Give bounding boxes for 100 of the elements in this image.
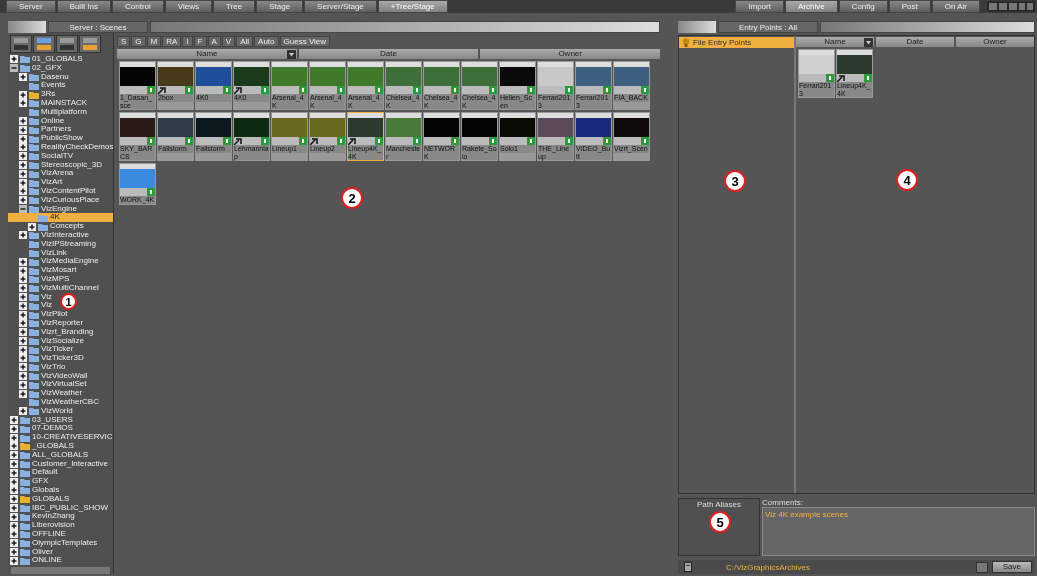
tree-item[interactable]: PublicShow: [8, 134, 83, 143]
top-tab[interactable]: +Tree/Stage: [377, 0, 448, 13]
tree-item[interactable]: VizVirtualSet: [8, 380, 87, 390]
expander-icon[interactable]: [19, 152, 27, 161]
entry-point-item[interactable]: File Entry Points: [679, 37, 794, 48]
expander-icon[interactable]: [19, 301, 27, 310]
tree-item[interactable]: VizSocialize: [8, 336, 84, 346]
tree-item[interactable]: ALL_GLOBALS: [8, 450, 89, 460]
tree-item[interactable]: VizContentPilot: [8, 186, 96, 196]
tree-item[interactable]: ONLINE: [8, 556, 62, 566]
tree-item[interactable]: VizMediaEngine: [8, 257, 99, 267]
expander-icon[interactable]: [28, 222, 36, 231]
tree-item[interactable]: VizTicker3D: [8, 354, 84, 363]
column-header[interactable]: Name: [117, 49, 297, 59]
expander-icon[interactable]: [19, 336, 27, 345]
tree-item[interactable]: VizTrio: [8, 362, 66, 372]
tree-item[interactable]: GLOBALS: [8, 494, 70, 504]
tree-item[interactable]: _GLOBALS: [8, 442, 74, 451]
tree-item[interactable]: IBC_PUBLIC_SHOW: [8, 503, 109, 513]
view-mode-icon[interactable]: [33, 35, 55, 53]
expander-icon[interactable]: [19, 284, 27, 293]
comment-field[interactable]: Viz 4K example scenes: [762, 507, 1035, 556]
scrollbar[interactable]: [11, 567, 110, 574]
expander-icon[interactable]: [19, 160, 27, 169]
expander-icon[interactable]: [10, 556, 18, 565]
tree-item[interactable]: 07-DEMOS: [8, 424, 73, 434]
tree-item[interactable]: Oliver: [8, 547, 53, 557]
server-dropdown[interactable]: Server : Scenes: [48, 21, 148, 33]
expander-icon[interactable]: [19, 169, 27, 178]
expander-icon[interactable]: [10, 486, 18, 495]
expander-icon[interactable]: [19, 134, 27, 143]
expander-icon[interactable]: [19, 266, 27, 275]
top-tab[interactable]: Control: [112, 0, 164, 13]
top-tab[interactable]: Tree: [213, 0, 256, 13]
expander-icon[interactable]: [19, 187, 27, 196]
window-controls-icon[interactable]: [987, 1, 1035, 12]
sort-icon[interactable]: [286, 49, 296, 59]
tree-item[interactable]: Vizrt_Branding: [8, 327, 94, 337]
expander-icon[interactable]: [10, 468, 18, 477]
tree-item[interactable]: VizArena: [8, 169, 74, 179]
path-aliases-header[interactable]: Path Aliases: [697, 499, 741, 509]
expander-icon[interactable]: [19, 257, 27, 266]
tree-item[interactable]: Customer_Interactive: [8, 459, 109, 469]
tree-item[interactable]: RealityCheckDemos: [8, 142, 113, 152]
tree-item[interactable]: Concepts: [8, 222, 84, 231]
expander-icon[interactable]: [10, 504, 18, 513]
tree-item[interactable]: OFFLINE: [8, 530, 66, 539]
tree-item[interactable]: 10-CREATIVESERVIC: [8, 433, 113, 443]
tree-item[interactable]: Liberovision: [8, 521, 75, 531]
expander-icon[interactable]: [10, 477, 18, 486]
view-mode-icon[interactable]: [79, 35, 101, 53]
filter-button[interactable]: V: [221, 36, 236, 47]
tree-item[interactable]: VizVideoWall: [8, 371, 88, 381]
top-tab[interactable]: Server: [6, 0, 56, 13]
column-header[interactable]: Owner: [480, 49, 660, 59]
tree-item[interactable]: Globals: [8, 486, 60, 495]
expander-icon[interactable]: [19, 125, 27, 134]
tree-item[interactable]: 3Rs: [8, 90, 56, 99]
tree-item[interactable]: Multiplatform: [8, 107, 87, 117]
tree-item[interactable]: KevinZhang: [8, 512, 75, 522]
tree-item[interactable]: 4K: [8, 213, 113, 223]
mode-tab[interactable]: On Air: [931, 0, 980, 13]
filter-button[interactable]: S: [117, 36, 131, 47]
tree-item[interactable]: VizInteractive: [8, 230, 89, 240]
tree-item[interactable]: VizTicker: [8, 345, 74, 355]
view-mode-icon[interactable]: [56, 35, 78, 53]
expander-icon[interactable]: [10, 442, 18, 451]
tree-item[interactable]: Online: [8, 116, 65, 126]
top-tab[interactable]: Built Ins: [56, 0, 112, 13]
tree-item[interactable]: Partners: [8, 125, 72, 135]
tree-item[interactable]: VizCuriousPlace: [8, 195, 100, 205]
top-tab[interactable]: Server/Stage: [304, 0, 377, 13]
tree-item[interactable]: 02_GFX: [8, 63, 62, 73]
filter-button[interactable]: RA: [162, 36, 182, 47]
expander-icon[interactable]: [10, 55, 18, 64]
expander-icon[interactable]: [10, 433, 18, 442]
expander-icon[interactable]: [19, 328, 27, 337]
browse-button[interactable]: [975, 561, 988, 573]
expander-icon[interactable]: [19, 372, 27, 381]
expander-icon[interactable]: [19, 310, 27, 319]
filter-button[interactable]: A: [207, 36, 221, 47]
expander-icon[interactable]: [19, 354, 27, 363]
expander-icon[interactable]: [19, 143, 27, 152]
tree-item[interactable]: MAINSTACK: [8, 99, 88, 108]
expander-icon[interactable]: [19, 90, 27, 99]
tree-item[interactable]: VizArt: [8, 178, 63, 187]
tree-item[interactable]: VizWorld: [8, 406, 73, 416]
expander-icon[interactable]: [19, 99, 27, 108]
expander-icon[interactable]: [10, 548, 18, 556]
tree-item[interactable]: VizMosart: [8, 266, 77, 275]
filter-button[interactable]: Guess View: [279, 36, 331, 47]
column-header[interactable]: Date: [298, 49, 479, 59]
tree-item[interactable]: VizWeather: [8, 389, 83, 399]
filter-button[interactable]: All: [236, 36, 254, 47]
mode-tab[interactable]: Post: [888, 0, 931, 13]
expander-icon[interactable]: [19, 196, 27, 205]
expander-icon[interactable]: [19, 319, 27, 328]
mode-tab[interactable]: Import: [735, 0, 784, 13]
expander-icon[interactable]: [19, 231, 27, 240]
search-bar[interactable]: [150, 21, 660, 33]
